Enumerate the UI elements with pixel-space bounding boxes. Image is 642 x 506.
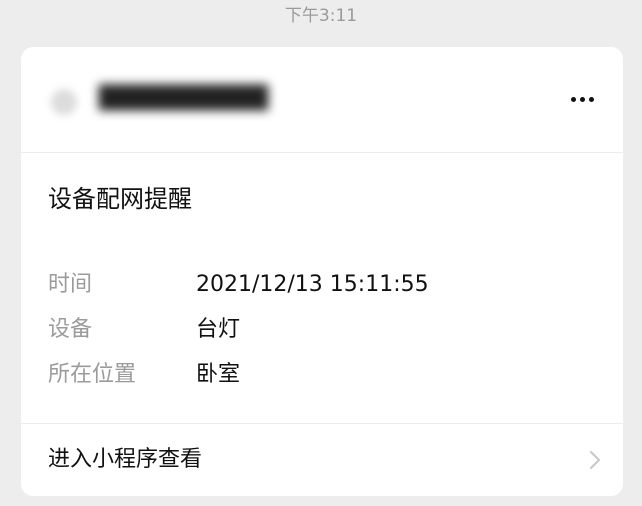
detail-value: 卧室 <box>196 362 241 387</box>
more-icon-dot <box>580 97 585 102</box>
detail-value: 台灯 <box>196 317 241 342</box>
detail-row-location: 所在位置 卧室 <box>48 358 608 392</box>
detail-row-device: 设备 台灯 <box>48 313 608 347</box>
detail-label: 所在位置 <box>48 362 137 387</box>
detail-label: 设备 <box>48 317 93 342</box>
sender-avatar <box>51 89 77 115</box>
card-header: ██████████ <box>21 47 623 153</box>
more-icon-dot <box>571 97 576 102</box>
open-mini-program-link[interactable]: 进入小程序查看 <box>21 423 623 496</box>
sender-name: ██████████ <box>99 86 269 111</box>
chevron-right-icon <box>590 451 600 469</box>
message-timestamp: 下午3:11 <box>284 6 358 26</box>
card-title: 设备配网提醒 <box>48 185 192 213</box>
open-mini-program-label: 进入小程序查看 <box>48 447 203 472</box>
more-icon-dot <box>589 97 594 102</box>
detail-value: 2021/12/13 15:11:55 <box>196 272 429 297</box>
notification-card[interactable]: ██████████ 设备配网提醒 时间 2021/12/13 15:11:55… <box>21 47 623 496</box>
more-icon[interactable] <box>562 86 602 112</box>
detail-row-time: 时间 2021/12/13 15:11:55 <box>48 268 608 302</box>
detail-label: 时间 <box>48 272 93 297</box>
